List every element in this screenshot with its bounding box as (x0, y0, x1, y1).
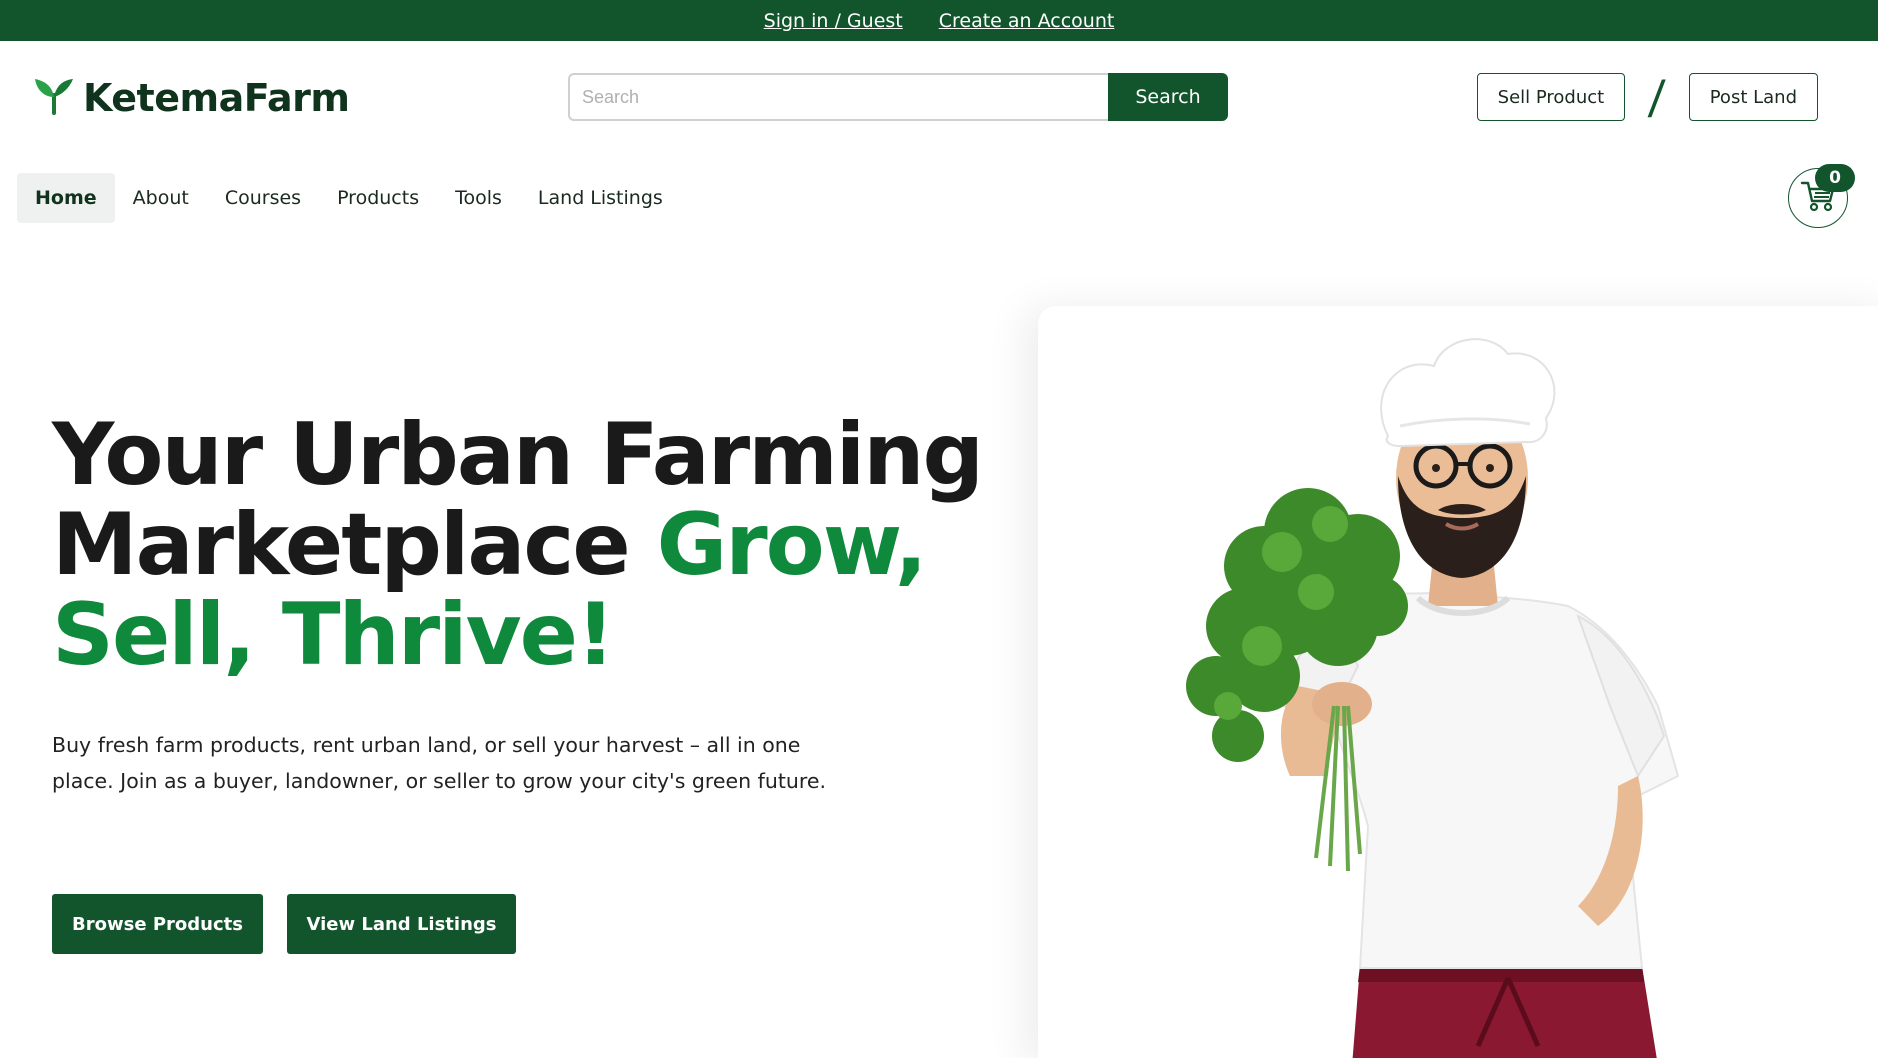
hero-image (1038, 306, 1878, 1058)
search-input[interactable] (568, 73, 1108, 121)
nav-item-land-listings[interactable]: Land Listings (520, 173, 681, 223)
header-actions: Sell Product / Post Land (1476, 70, 1818, 124)
top-auth-bar: Sign in / Guest Create an Account (0, 0, 1878, 41)
nav-item-tools[interactable]: Tools (437, 173, 520, 223)
create-account-link[interactable]: Create an Account (939, 10, 1115, 32)
sprout-icon (33, 75, 75, 120)
cart-count-badge: 0 (1815, 164, 1855, 192)
nav-item-home[interactable]: Home (17, 173, 115, 223)
hero-subtitle: Buy fresh farm products, rent urban land… (52, 733, 826, 793)
main-nav: Home About Courses Products Tools Land L… (17, 173, 681, 223)
nav-item-about[interactable]: About (115, 173, 207, 223)
sign-in-link[interactable]: Sign in / Guest (764, 10, 903, 32)
sell-product-button[interactable]: Sell Product (1476, 73, 1626, 121)
view-land-listings-button[interactable]: View Land Listings (287, 894, 516, 954)
chef-illustration (1186, 338, 1680, 1058)
hero-title: Your Urban Farming Marketplace Grow, Sel… (52, 410, 1012, 680)
site-header: KetemaFarm Search Sell Product / Post La… (0, 41, 1878, 156)
brand-name: KetemaFarm (83, 75, 350, 120)
nav-item-products[interactable]: Products (319, 173, 437, 223)
brand-logo[interactable]: KetemaFarm (33, 75, 350, 120)
search-bar: Search (568, 73, 1228, 121)
post-land-button[interactable]: Post Land (1688, 73, 1818, 121)
action-separator: / (1647, 70, 1667, 124)
browse-products-button[interactable]: Browse Products (52, 894, 263, 954)
nav-item-courses[interactable]: Courses (207, 173, 319, 223)
search-button[interactable]: Search (1108, 73, 1228, 121)
